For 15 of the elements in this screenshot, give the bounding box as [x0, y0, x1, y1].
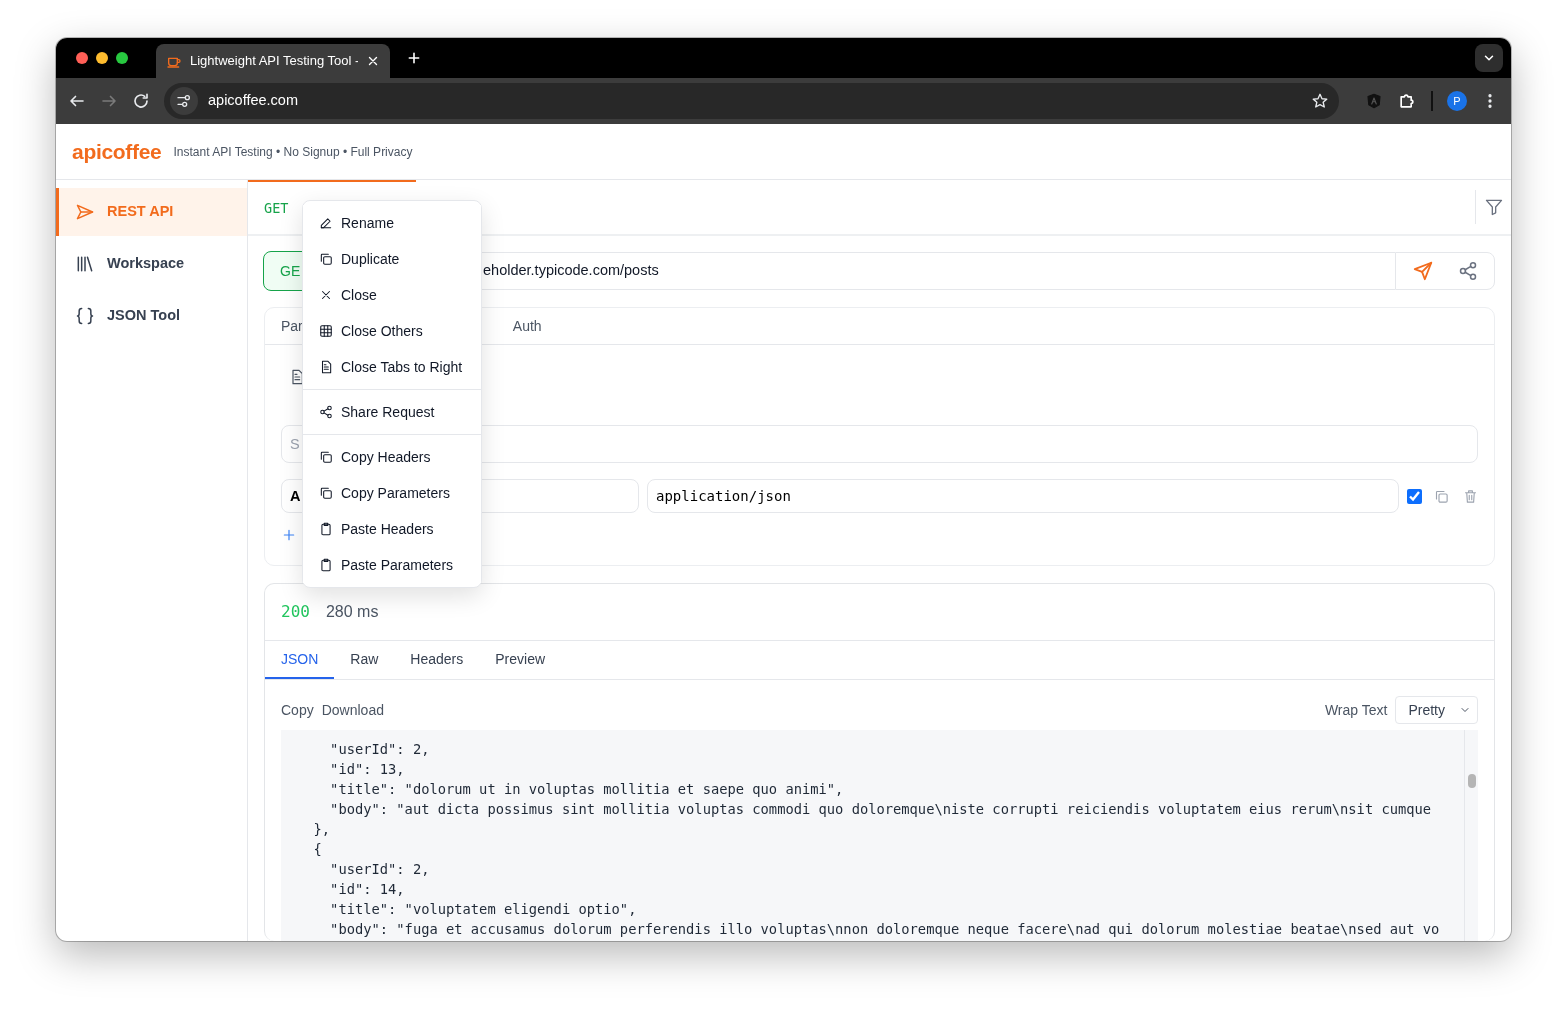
code-line: {	[312, 840, 322, 859]
code-line: "id": 13,	[329, 760, 405, 779]
tab-title: Lightweight API Testing Tool -	[190, 52, 358, 71]
code-line: "userId": 2,	[329, 740, 430, 759]
code-line: "body": "aut dicta possimus sint mollitia voluptas commodi quo doloremque\niste corrupti reiciendis voluptatem eius rerum\nsit cumque	[329, 800, 1432, 819]
status-code: 200	[281, 601, 310, 623]
code-line: "userId": 2,	[329, 860, 430, 879]
code-line: "title": "voluptatem eligendi optio",	[329, 900, 637, 919]
code-line: "body": "fuga et accusamus dolorum perferendis illo voluptas\nnon doloremque neque facere\nad qui dolorum molestiae beatae\nsed aut vo	[329, 920, 1440, 939]
response-time: 280 ms	[325, 602, 379, 622]
code-line: },	[312, 820, 331, 839]
code-line: "id": 14,	[329, 880, 405, 899]
code-line: "title": "dolorum ut in voluptas mollitia et saepe quo animi",	[329, 780, 844, 799]
tagline: Instant API Testing • No Signup • Full Privacy	[173, 143, 413, 161]
url-text: apicoffee.com	[208, 91, 298, 111]
